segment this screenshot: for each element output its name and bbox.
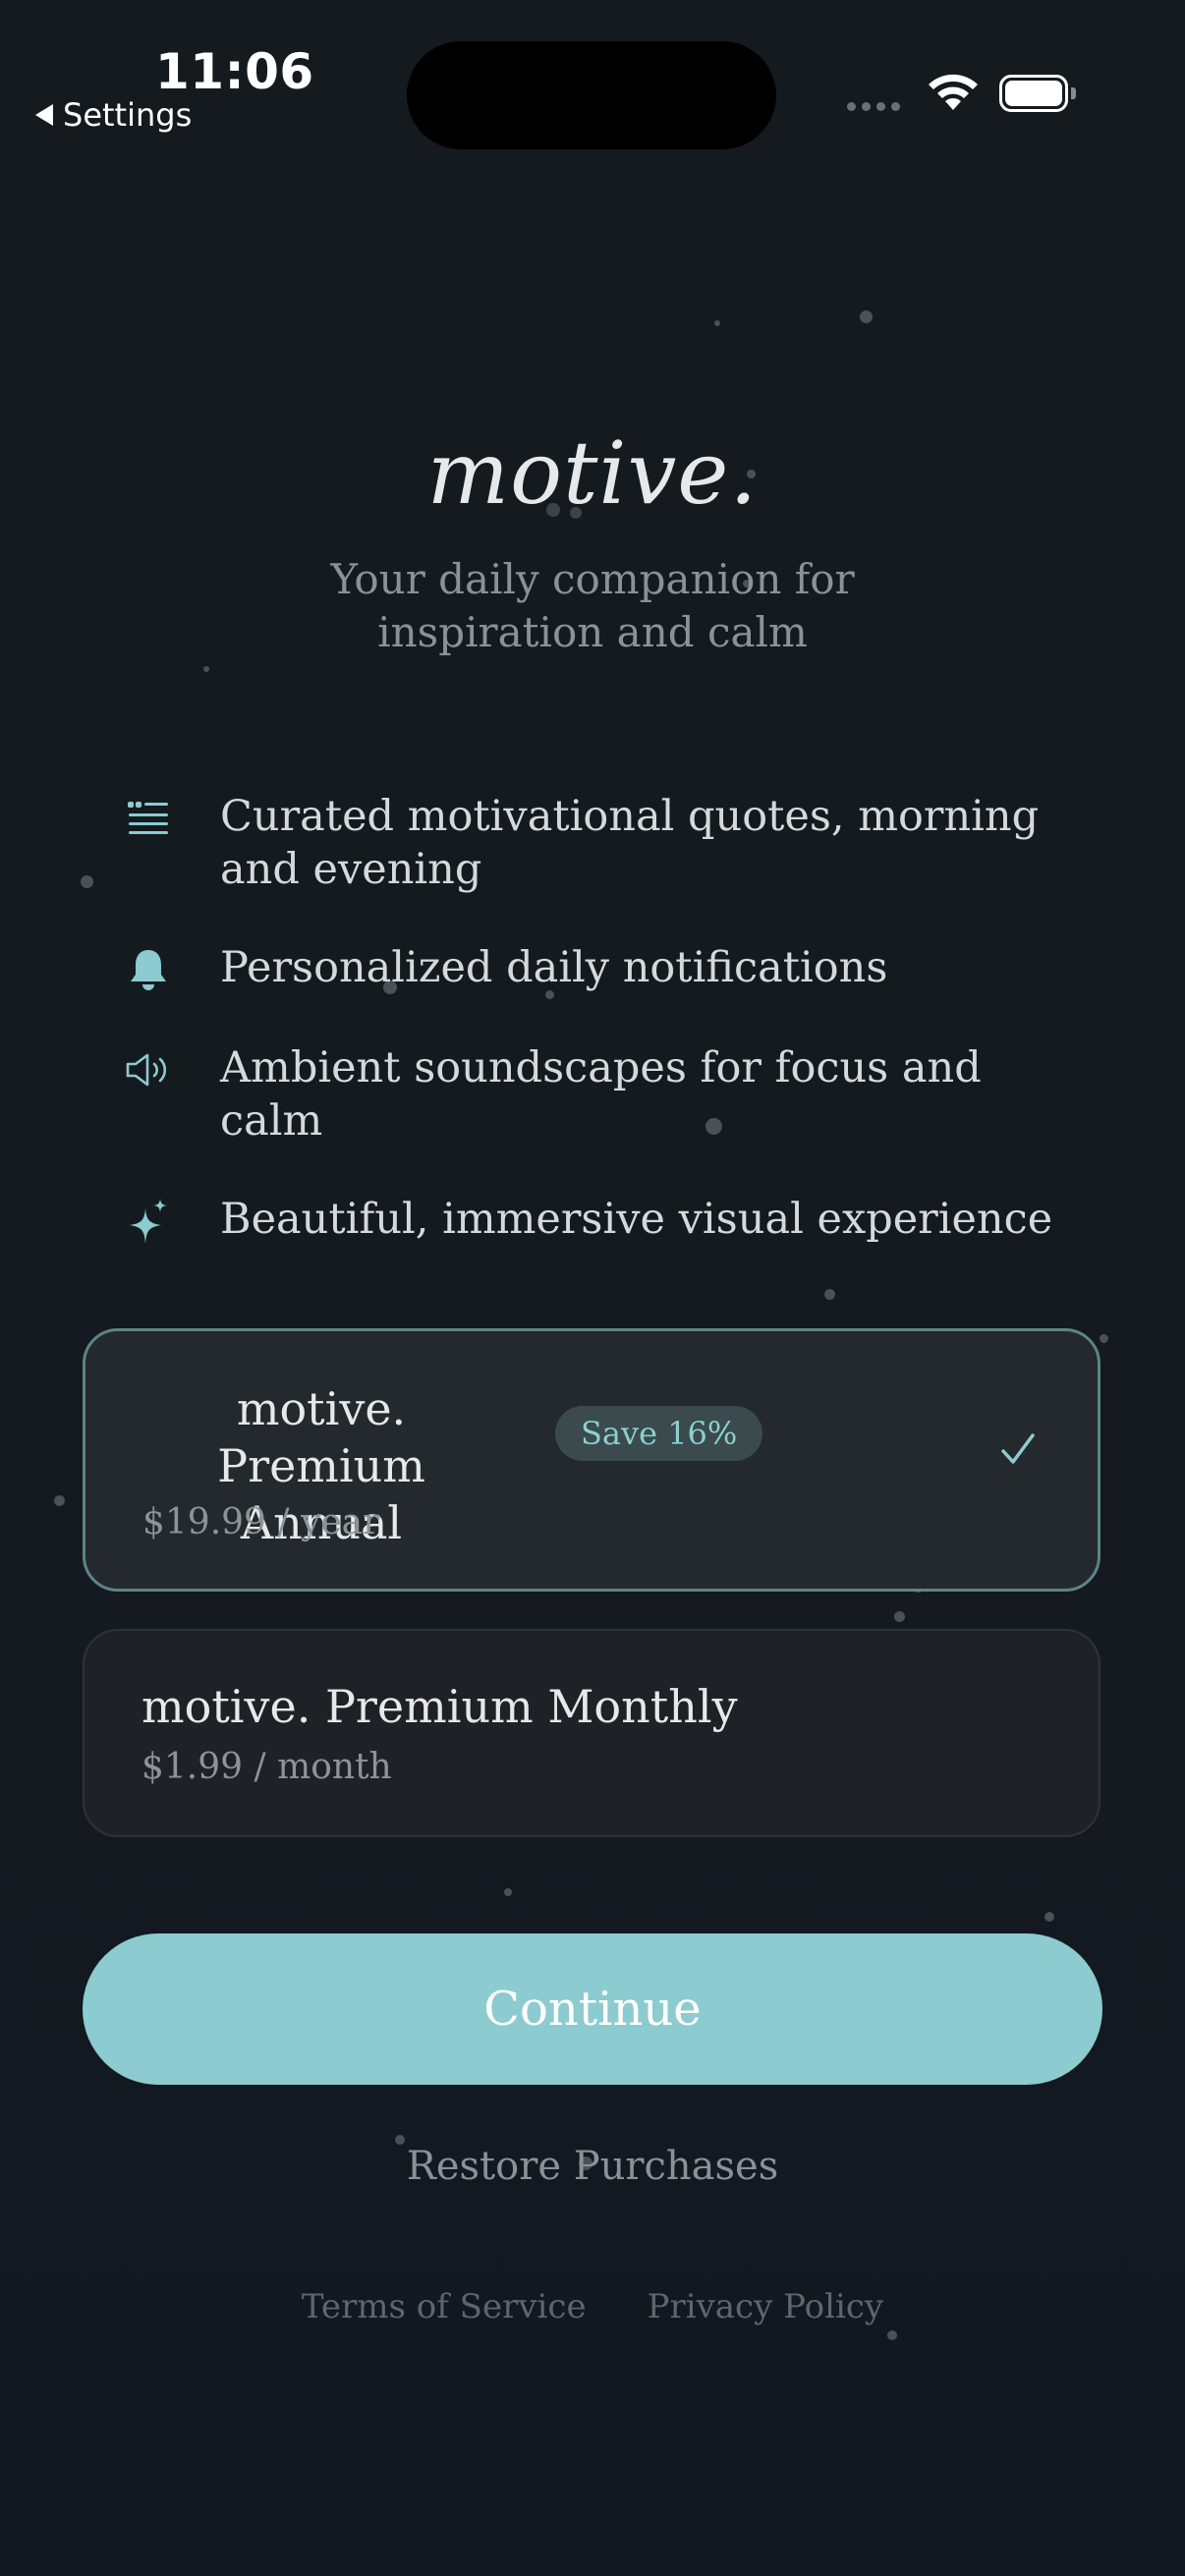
plan-title-line-1: motive. Premium [217,1382,425,1492]
feature-text: Beautiful, immersive visual experience [220,1195,1053,1244]
terms-of-service-link[interactable]: Terms of Service [302,2287,587,2326]
feature-text-line-2: and evening [220,845,482,894]
sparkles-icon [124,1195,173,1248]
back-to-settings[interactable]: Settings [35,96,192,134]
plan-price: $19.99 / year [142,1502,380,1542]
tagline: Your daily companion for inspiration and… [0,553,1185,659]
feature-item-soundscapes: Ambient soundscapes for focus and calm [124,1041,1087,1148]
feature-text-line-1: Curated motivational quotes, morning [220,792,1040,841]
speaker-icon [124,1043,173,1096]
feature-list: Curated motivational quotes, morning and… [124,790,1087,1293]
wifi-icon [929,74,978,110]
app-logo-wordmark: motive. [426,422,759,524]
back-arrow-icon [35,104,53,126]
plan-option-annual[interactable]: motive. Premium Annual Save 16% $19.99 /… [83,1328,1100,1592]
privacy-policy-link[interactable]: Privacy Policy [648,2287,884,2326]
restore-purchases-link[interactable]: Restore Purchases [0,2144,1185,2189]
tagline-line-1: Your daily companion for [330,555,855,603]
legal-links: Terms of Service Privacy Policy [0,2287,1185,2326]
bell-icon [124,943,173,996]
feature-item-visuals: Beautiful, immersive visual experience [124,1193,1087,1248]
plan-title: motive. Premium Monthly [141,1680,738,1733]
plan-option-monthly[interactable]: motive. Premium Monthly $1.99 / month [83,1629,1100,1837]
feature-text: Curated motivational quotes, morning and… [220,790,1039,896]
feature-item-notifications: Personalized daily notifications [124,941,1087,996]
battery-tip [1071,87,1076,99]
status-time: 11:06 [155,43,314,100]
battery-icon [999,75,1068,112]
back-label: Settings [63,96,193,134]
tagline-line-2: inspiration and calm [377,608,808,656]
plan-price: $1.99 / month [141,1747,392,1787]
cellular-signal-icon [847,102,900,111]
save-badge: Save 16% [555,1406,763,1461]
dynamic-island [407,41,776,149]
quote-list-icon [124,792,173,845]
feature-text: Personalized daily notifications [220,943,888,992]
feature-text: Ambient soundscapes for focus and calm [220,1043,982,1146]
continue-button[interactable]: Continue [83,1933,1102,2085]
checkmark-icon [1001,1433,1035,1464]
feature-item-quotes: Curated motivational quotes, morning and… [124,790,1087,896]
